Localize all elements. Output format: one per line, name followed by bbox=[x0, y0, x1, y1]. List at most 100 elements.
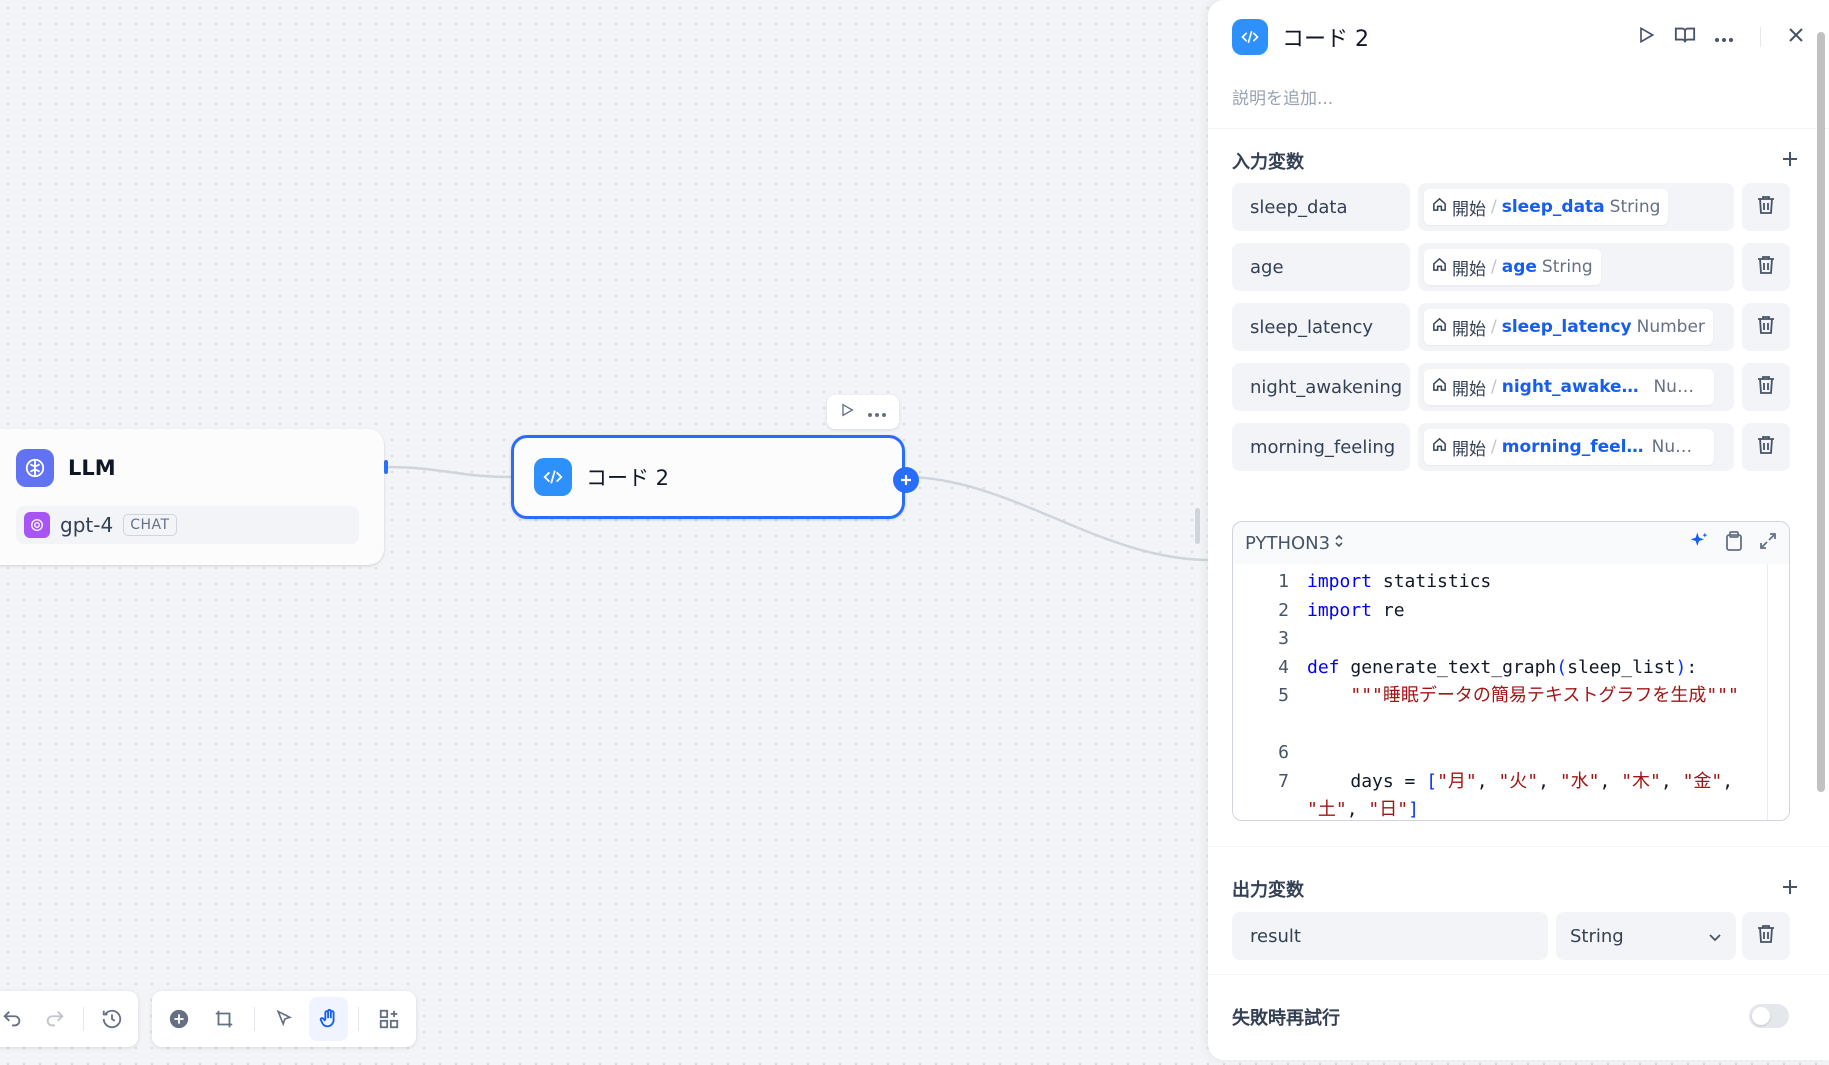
add-output-variable-icon[interactable] bbox=[1781, 878, 1799, 900]
variable-reference-selector[interactable]: 開始 / morning_feeli... Num... bbox=[1418, 423, 1734, 471]
model-mode-badge: CHAT bbox=[123, 514, 177, 536]
pointer-icon[interactable] bbox=[265, 997, 304, 1041]
add-input-variable-icon[interactable] bbox=[1781, 150, 1799, 172]
source-variable-type: Num... bbox=[1653, 377, 1706, 397]
variable-reference-chip: 開始 / morning_feeli... Num... bbox=[1424, 429, 1714, 465]
home-icon bbox=[1432, 437, 1447, 457]
history-icon[interactable] bbox=[94, 997, 130, 1041]
input-variable-name[interactable]: age bbox=[1232, 243, 1410, 291]
trash-icon bbox=[1757, 375, 1775, 399]
output-variable-row: result String bbox=[1232, 912, 1790, 960]
redo-icon[interactable] bbox=[36, 997, 72, 1041]
source-node-name: 開始 bbox=[1452, 199, 1486, 220]
input-variable-name[interactable]: sleep_data bbox=[1232, 183, 1410, 231]
variable-reference-selector[interactable]: 開始 / sleep_data String bbox=[1418, 183, 1734, 231]
copy-clipboard-icon[interactable] bbox=[1725, 531, 1743, 555]
code-line: 4 def generate_text_graph(sleep_list): bbox=[1233, 654, 1789, 682]
description-input[interactable]: 説明を追加... bbox=[1232, 84, 1333, 109]
delete-input-button[interactable] bbox=[1742, 423, 1790, 471]
openai-icon bbox=[24, 512, 50, 538]
variable-reference-selector[interactable]: 開始 / age String bbox=[1418, 243, 1734, 291]
code-text-area[interactable]: 1 import statistics 2 import re 3 4 def genera… bbox=[1233, 564, 1789, 820]
model-selector[interactable]: gpt-4 CHAT bbox=[16, 506, 359, 544]
code-line: 6 bbox=[1233, 739, 1789, 767]
ai-generate-sparkle-icon[interactable] bbox=[1689, 531, 1709, 555]
source-variable-name: sleep_latency bbox=[1501, 317, 1632, 337]
code-line: 1 import statistics bbox=[1233, 568, 1789, 596]
trash-icon bbox=[1757, 435, 1775, 459]
source-variable-name: night_awakeni... bbox=[1501, 377, 1649, 397]
code-node-title: コード 2 bbox=[586, 466, 670, 490]
output-type-value: String bbox=[1570, 925, 1624, 947]
source-node-name: 開始 bbox=[1452, 439, 1486, 460]
llm-output-handle[interactable] bbox=[384, 460, 388, 474]
run-step-icon[interactable] bbox=[1636, 25, 1656, 49]
close-icon[interactable] bbox=[1787, 26, 1805, 48]
input-variable-name[interactable]: morning_feeling bbox=[1232, 423, 1410, 471]
canvas-toolbar bbox=[152, 991, 416, 1047]
edge-llm-to-code bbox=[385, 465, 512, 479]
source-variable-name: morning_feeli... bbox=[1501, 437, 1647, 457]
source-variable-type: String bbox=[1541, 257, 1593, 277]
chevron-updown-icon[interactable] bbox=[1334, 533, 1344, 553]
llm-node[interactable]: LLM gpt-4 CHAT bbox=[0, 429, 384, 565]
retry-toggle[interactable] bbox=[1749, 1004, 1789, 1028]
model-name: gpt-4 bbox=[60, 513, 114, 537]
trash-icon bbox=[1757, 255, 1775, 279]
code-line-text: days = ["月", "火", "水", "木", "金", "土", "日… bbox=[1307, 771, 1744, 820]
node-action-bar bbox=[827, 395, 899, 429]
organize-layout-icon[interactable] bbox=[369, 997, 408, 1041]
home-icon bbox=[1432, 377, 1447, 397]
undo-icon[interactable] bbox=[0, 997, 30, 1041]
variable-reference-chip: 開始 / age String bbox=[1424, 249, 1601, 285]
code-editor[interactable]: PYTHON3 1 import statistics 2 import re 3 4 de… bbox=[1232, 521, 1790, 821]
expand-icon[interactable] bbox=[1759, 532, 1777, 554]
delete-input-button[interactable] bbox=[1742, 363, 1790, 411]
more-options-icon[interactable] bbox=[1714, 28, 1734, 47]
input-variable-row: sleep_data 開始 / sleep_data String bbox=[1232, 183, 1790, 231]
input-variable-name[interactable]: night_awakening bbox=[1232, 363, 1410, 411]
line-number: 3 bbox=[1278, 628, 1289, 649]
help-docs-icon[interactable] bbox=[1674, 24, 1696, 50]
add-node-icon[interactable] bbox=[160, 997, 199, 1041]
source-variable-type: String bbox=[1609, 197, 1661, 217]
edge-code-to-next bbox=[904, 475, 1210, 562]
run-node-icon[interactable] bbox=[839, 402, 855, 422]
panel-resize-handle[interactable] bbox=[1195, 508, 1200, 544]
source-node-name: 開始 bbox=[1452, 379, 1486, 400]
add-next-node-icon[interactable] bbox=[893, 467, 919, 493]
variable-reference-selector[interactable]: 開始 / night_awakeni... Num... bbox=[1418, 363, 1734, 411]
line-number: 1 bbox=[1278, 571, 1289, 592]
panel-title[interactable]: コード 2 bbox=[1282, 21, 1369, 53]
llm-node-title: LLM bbox=[68, 456, 116, 480]
source-node-name: 開始 bbox=[1452, 259, 1486, 280]
variable-reference-chip: 開始 / sleep_latency Number bbox=[1424, 309, 1713, 345]
output-variable-name[interactable]: result bbox=[1232, 912, 1548, 960]
delete-output-button[interactable] bbox=[1742, 912, 1790, 960]
source-variable-type: Number bbox=[1636, 317, 1705, 337]
code-scrollbar[interactable] bbox=[1767, 564, 1789, 820]
variable-reference-chip: 開始 / sleep_data String bbox=[1424, 189, 1669, 225]
hand-icon[interactable] bbox=[309, 997, 349, 1041]
variable-reference-selector[interactable]: 開始 / sleep_latency Number bbox=[1418, 303, 1734, 351]
output-type-select[interactable]: String bbox=[1556, 912, 1736, 960]
language-selector[interactable]: PYTHON3 bbox=[1245, 533, 1330, 554]
line-number: 7 bbox=[1278, 771, 1289, 792]
home-icon bbox=[1432, 197, 1447, 217]
input-variable-name[interactable]: sleep_latency bbox=[1232, 303, 1410, 351]
delete-input-button[interactable] bbox=[1742, 243, 1790, 291]
panel-scrollbar[interactable] bbox=[1816, 20, 1826, 1050]
delete-input-button[interactable] bbox=[1742, 303, 1790, 351]
more-options-icon[interactable] bbox=[867, 403, 887, 422]
node-config-panel: コード 2 説明を追加... 入力変数 sleep_data 開始 / sleep_d… bbox=[1208, 0, 1829, 1060]
code-line-text: import re bbox=[1307, 600, 1405, 621]
variable-reference-chip: 開始 / night_awakeni... Num... bbox=[1424, 369, 1714, 405]
code-node[interactable]: コード 2 bbox=[511, 435, 919, 519]
add-note-icon[interactable] bbox=[205, 997, 244, 1041]
code-line-text: """睡眠データの簡易テキストグラフを生成""" bbox=[1350, 685, 1739, 706]
brain-icon bbox=[16, 449, 54, 487]
code-line: 5 """睡眠データの簡易テキストグラフを生成""" bbox=[1233, 682, 1789, 710]
delete-input-button[interactable] bbox=[1742, 183, 1790, 231]
source-variable-type: Num... bbox=[1651, 437, 1706, 457]
code-line: 7 days = ["月", "火", "水", "木", "金", "土", … bbox=[1233, 768, 1789, 820]
